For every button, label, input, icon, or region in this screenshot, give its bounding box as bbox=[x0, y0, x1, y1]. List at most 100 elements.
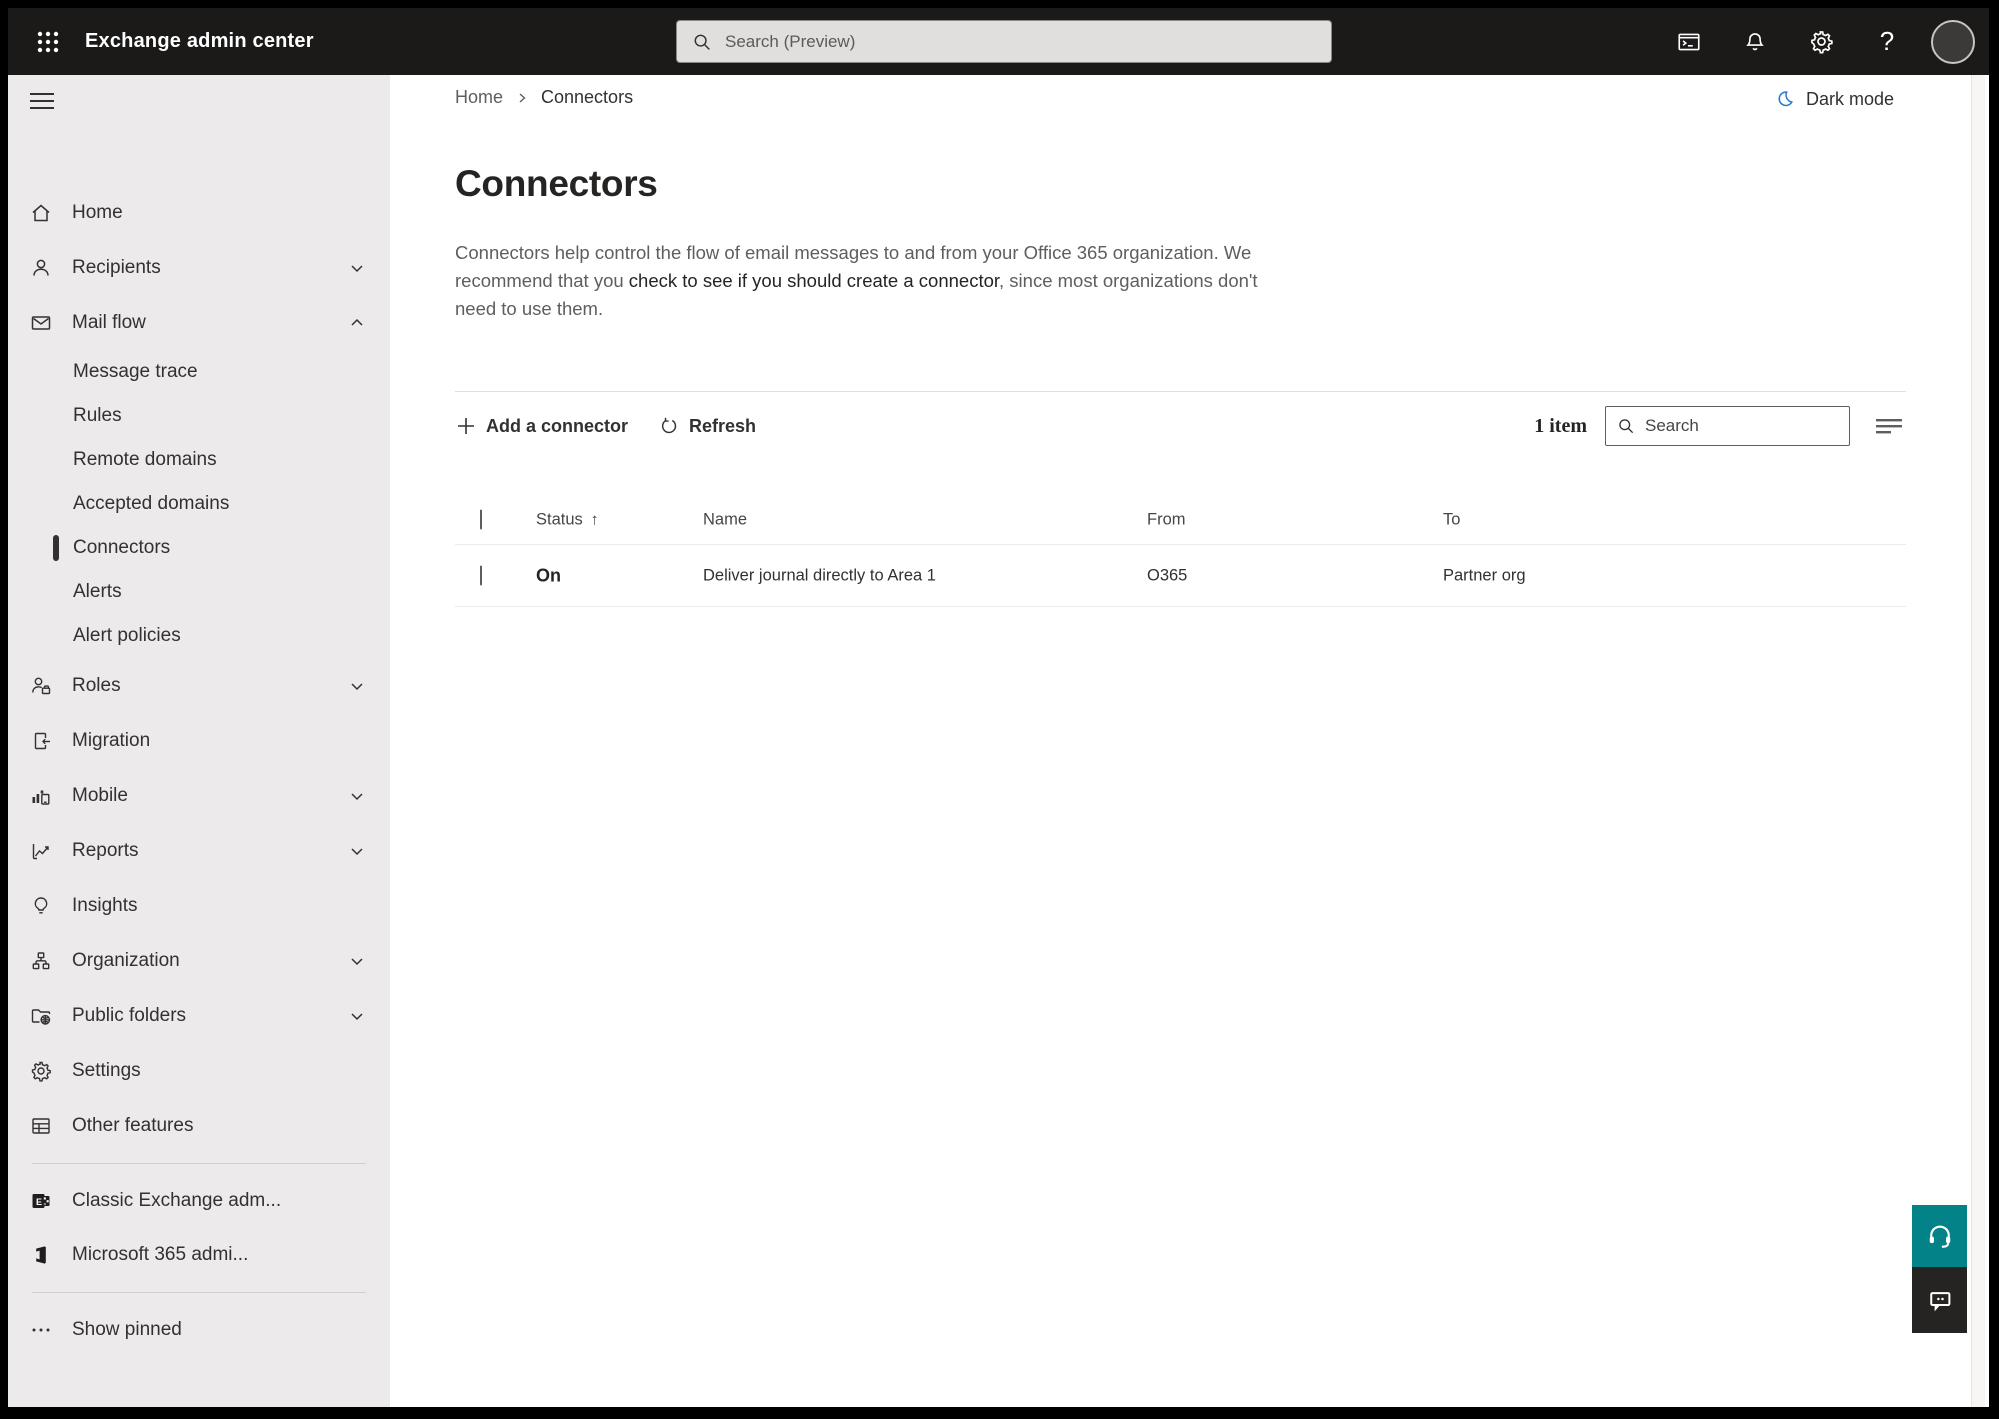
sidebar-item-label: Recipients bbox=[72, 256, 161, 278]
app-window: Exchange admin center Search (Preview) ?… bbox=[8, 8, 1989, 1407]
chevron-down-icon bbox=[348, 1007, 366, 1025]
refresh-label: Refresh bbox=[689, 415, 757, 436]
sidebar-item-label: Microsoft 365 admi... bbox=[72, 1244, 249, 1265]
breadcrumb: Home Connectors bbox=[455, 87, 633, 108]
sidebar-item-label: Reports bbox=[72, 839, 139, 861]
add-connector-button[interactable]: Add a connector bbox=[455, 415, 628, 437]
vertical-scrollbar[interactable] bbox=[1971, 75, 1985, 1407]
sidebar-item-settings[interactable]: Settings bbox=[8, 1043, 390, 1098]
list-search-box[interactable] bbox=[1605, 406, 1850, 446]
settings-button[interactable] bbox=[1799, 20, 1843, 64]
sidebar-subitem-message-trace[interactable]: Message trace bbox=[8, 350, 390, 394]
dark-mode-toggle[interactable]: Dark mode bbox=[1774, 88, 1894, 110]
microsoft-365-logo-icon bbox=[28, 1242, 54, 1268]
sidebar-item-insights[interactable]: Insights bbox=[8, 878, 390, 933]
sidebar-item-public-folders[interactable]: Public folders bbox=[8, 988, 390, 1043]
reports-chart-icon bbox=[28, 838, 54, 864]
row-checkbox[interactable] bbox=[480, 565, 482, 585]
row-from: O365 bbox=[1147, 566, 1188, 584]
ellipsis-icon bbox=[28, 1317, 54, 1343]
person-icon bbox=[28, 255, 54, 281]
chevron-down-icon bbox=[348, 259, 366, 277]
sidebar-item-migration[interactable]: Migration bbox=[8, 713, 390, 768]
sidebar-item-label: Settings bbox=[72, 1059, 141, 1081]
migration-icon bbox=[28, 728, 54, 754]
column-header-to[interactable]: To bbox=[1443, 510, 1460, 529]
main-content: Home Connectors Dark mode Connectors Con… bbox=[390, 75, 1989, 1407]
sidebar-item-microsoft-365-admin[interactable]: Microsoft 365 admi... bbox=[8, 1228, 390, 1282]
sidebar-item-show-pinned[interactable]: Show pinned bbox=[8, 1303, 390, 1357]
waffle-icon bbox=[37, 31, 59, 53]
sidebar-item-roles[interactable]: Roles bbox=[8, 658, 390, 713]
sidebar-subitem-alerts[interactable]: Alerts bbox=[8, 570, 390, 614]
gear-icon bbox=[28, 1058, 54, 1084]
table-row[interactable]: On Deliver journal directly to Area 1 O3… bbox=[455, 545, 1906, 607]
sidebar-subitem-rules[interactable]: Rules bbox=[8, 394, 390, 438]
refresh-button[interactable]: Refresh bbox=[658, 415, 756, 437]
app-title: Exchange admin center bbox=[85, 30, 314, 52]
sidebar-item-reports[interactable]: Reports bbox=[8, 823, 390, 878]
app-launcher-button[interactable] bbox=[28, 22, 68, 62]
sidebar-subitem-remote-domains[interactable]: Remote domains bbox=[8, 438, 390, 482]
sidebar-subitem-connectors[interactable]: Connectors bbox=[8, 526, 390, 570]
chat-bubble-icon bbox=[1929, 1292, 1950, 1312]
moon-icon bbox=[1778, 91, 1793, 107]
list-search-input[interactable] bbox=[1645, 416, 1839, 436]
sidebar-subitem-accepted-domains[interactable]: Accepted domains bbox=[8, 482, 390, 526]
svg-text:E: E bbox=[36, 1197, 42, 1207]
mail-icon bbox=[28, 310, 54, 336]
command-bar: Add a connector Refresh 1 item bbox=[455, 405, 1906, 447]
home-icon bbox=[28, 200, 54, 226]
headset-icon bbox=[1929, 1225, 1950, 1248]
breadcrumb-home-link[interactable]: Home bbox=[455, 87, 503, 108]
help-button[interactable]: ? bbox=[1865, 20, 1909, 64]
row-status: On bbox=[536, 565, 561, 585]
sidebar-item-label: Migration bbox=[72, 729, 151, 751]
sidebar-item-classic-exchange[interactable]: E Classic Exchange adm... bbox=[8, 1174, 390, 1228]
sidebar-item-label: Show pinned bbox=[72, 1319, 182, 1340]
sidebar-item-label: Mail flow bbox=[72, 311, 146, 333]
sidebar-item-mobile[interactable]: Mobile bbox=[8, 768, 390, 823]
chevron-down-icon bbox=[348, 842, 366, 860]
sidebar-item-recipients[interactable]: Recipients bbox=[8, 240, 390, 295]
breadcrumb-current[interactable]: Connectors bbox=[541, 87, 633, 108]
sidebar-item-mail-flow[interactable]: Mail flow bbox=[8, 295, 390, 350]
page-title: Connectors bbox=[455, 163, 658, 204]
sidebar-item-home[interactable]: Home bbox=[8, 185, 390, 240]
folder-globe-icon bbox=[28, 1003, 54, 1029]
nav-collapse-button[interactable] bbox=[30, 87, 60, 115]
sidebar-item-label: Organization bbox=[72, 949, 180, 971]
sidebar: Home Recipients Mail flow Message trace … bbox=[8, 75, 390, 1407]
global-search-input[interactable] bbox=[725, 31, 1317, 52]
connectors-table: Status ↑ Name From To On Deliver journal … bbox=[455, 495, 1906, 607]
chevron-down-icon bbox=[348, 952, 366, 970]
column-header-name[interactable]: Name bbox=[703, 510, 747, 529]
account-avatar[interactable] bbox=[1931, 19, 1975, 64]
sidebar-item-other-features[interactable]: Other features bbox=[8, 1098, 390, 1153]
page-description: Connectors help control the flow of emai… bbox=[455, 242, 1258, 319]
terminal-icon bbox=[1678, 33, 1700, 50]
filter-lines-icon bbox=[1876, 419, 1902, 434]
add-connector-label: Add a connector bbox=[486, 415, 629, 436]
global-search-box[interactable] bbox=[676, 20, 1332, 63]
sidebar-item-label: Roles bbox=[72, 674, 121, 696]
row-name[interactable]: Deliver journal directly to Area 1 bbox=[703, 566, 936, 585]
roles-icon bbox=[28, 673, 54, 699]
feedback-button[interactable] bbox=[1912, 1267, 1967, 1333]
powershell-button[interactable] bbox=[1667, 20, 1711, 64]
sidebar-item-organization[interactable]: Organization bbox=[8, 933, 390, 988]
column-header-status[interactable]: Status ↑ bbox=[536, 510, 599, 529]
filter-button[interactable] bbox=[1872, 409, 1906, 443]
dark-mode-label: Dark mode bbox=[1805, 88, 1894, 109]
sidebar-subitem-alert-policies[interactable]: Alert policies bbox=[8, 614, 390, 658]
search-icon bbox=[1619, 419, 1634, 434]
notifications-button[interactable] bbox=[1733, 20, 1777, 64]
breadcrumb-chevron-icon bbox=[519, 92, 526, 103]
support-button[interactable] bbox=[1912, 1205, 1967, 1267]
sidebar-item-label: Other features bbox=[72, 1114, 194, 1136]
select-all-checkbox[interactable] bbox=[480, 509, 482, 529]
create-connector-check-link[interactable]: check to see if you should create a conn… bbox=[629, 270, 999, 291]
column-header-from[interactable]: From bbox=[1147, 510, 1186, 529]
sidebar-divider bbox=[32, 1292, 366, 1293]
hamburger-icon bbox=[30, 93, 54, 95]
